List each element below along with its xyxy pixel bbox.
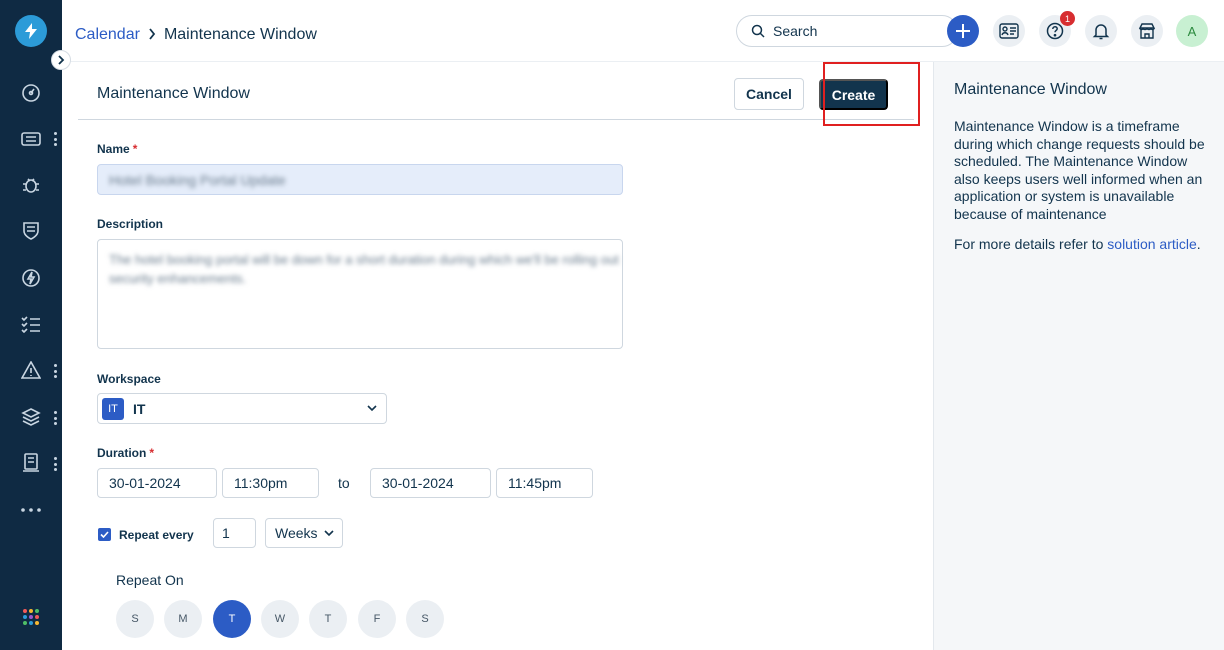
sidebar-collapse-toggle[interactable] <box>51 50 71 70</box>
checkmark-icon <box>100 531 109 538</box>
add-new-button[interactable] <box>947 15 979 47</box>
left-nav <box>0 0 62 650</box>
end-time-input[interactable]: 11:45pm <box>496 468 593 498</box>
day-toggle-wednesday[interactable]: W <box>261 600 299 638</box>
day-toggle-sunday[interactable]: S <box>116 600 154 638</box>
dashboard-icon[interactable] <box>19 81 43 105</box>
day-toggle-friday[interactable]: F <box>358 600 396 638</box>
name-label: Name * <box>97 142 138 156</box>
help-button[interactable]: 1 <box>1039 11 1075 47</box>
reports-more-icon[interactable] <box>50 457 60 471</box>
user-avatar[interactable]: A <box>1176 15 1208 47</box>
solution-article-link[interactable]: solution article <box>1107 236 1197 252</box>
breadcrumb: Calendar Maintenance Window <box>75 26 317 44</box>
notifications-button[interactable] <box>1085 15 1117 47</box>
assets-layers-icon[interactable] <box>19 405 43 429</box>
more-horizontal-icon[interactable] <box>19 498 43 522</box>
day-toggle-thursday[interactable]: T <box>309 600 347 638</box>
info-side-panel: Maintenance Window Maintenance Window is… <box>933 62 1224 650</box>
alerts-warning-icon[interactable] <box>19 358 43 382</box>
side-panel-title: Maintenance Window <box>954 81 1107 98</box>
side-panel-description: Maintenance Window is a timeframe during… <box>954 118 1205 222</box>
chevron-down-icon <box>367 405 377 412</box>
workspace-select[interactable]: IT IT <box>97 393 387 424</box>
chevron-down-icon <box>324 530 334 537</box>
contact-card-icon <box>999 23 1019 39</box>
tickets-icon[interactable] <box>19 127 43 151</box>
breadcrumb-current: Maintenance Window <box>163 26 317 43</box>
repeat-unit-select[interactable]: Weeks <box>265 518 343 548</box>
breadcrumb-chevron-icon <box>148 27 156 43</box>
problems-bug-icon[interactable] <box>19 173 43 197</box>
end-date-input[interactable]: 30-01-2024 <box>370 468 491 498</box>
search-input[interactable]: Search <box>736 15 958 47</box>
alerts-more-icon[interactable] <box>50 364 60 378</box>
repeat-every-label: Repeat every <box>119 528 194 542</box>
start-time-input[interactable]: 11:30pm <box>222 468 319 498</box>
chevron-right-icon <box>58 55 65 65</box>
app-logo-icon[interactable] <box>15 15 47 47</box>
name-field[interactable]: Hotel Booking Portal Update <box>97 164 623 195</box>
day-toggle-tuesday[interactable]: T <box>213 600 251 638</box>
description-label: Description <box>97 217 164 231</box>
bell-icon <box>1092 24 1110 40</box>
help-question-icon <box>1046 22 1064 40</box>
marketplace-button[interactable] <box>1131 15 1163 47</box>
search-placeholder: Search <box>773 23 818 39</box>
workspace-badge: IT <box>102 397 124 420</box>
plus-icon <box>956 24 970 38</box>
repeat-unit-value: Weeks <box>275 525 318 541</box>
side-panel-more-details: For more details refer to solution artic… <box>954 236 1201 252</box>
top-header: Calendar Maintenance Window Search 1 A <box>62 0 1224 62</box>
releases-bolt-icon[interactable] <box>19 266 43 290</box>
breadcrumb-calendar-link[interactable]: Calendar <box>75 26 140 44</box>
name-value: Hotel Booking Portal Update <box>109 171 286 188</box>
tasks-list-icon[interactable] <box>19 312 43 336</box>
reports-icon[interactable] <box>19 451 43 475</box>
workspace-value: IT <box>133 400 146 417</box>
search-icon <box>751 24 765 38</box>
app-switcher-grid-icon[interactable] <box>19 605 43 629</box>
tickets-more-icon[interactable] <box>50 132 60 146</box>
to-label: to <box>338 475 350 491</box>
repeat-checkbox[interactable] <box>98 528 111 541</box>
description-field[interactable]: The hotel booking portal will be down fo… <box>97 239 623 349</box>
create-button-highlight <box>823 62 920 126</box>
cancel-button[interactable]: Cancel <box>734 78 804 110</box>
repeat-on-label: Repeat On <box>116 572 184 588</box>
duration-label: Duration * <box>97 446 155 460</box>
assets-more-icon[interactable] <box>50 411 60 425</box>
store-icon <box>1138 23 1156 39</box>
contact-card-button[interactable] <box>993 15 1025 47</box>
form-header: Maintenance Window Cancel Create <box>78 62 920 126</box>
main-form-area: Maintenance Window Cancel Create Name * H… <box>62 62 933 650</box>
start-date-input[interactable]: 30-01-2024 <box>97 468 217 498</box>
workspace-label: Workspace <box>97 372 161 386</box>
day-toggle-saturday[interactable]: S <box>406 600 444 638</box>
day-toggle-monday[interactable]: M <box>164 600 202 638</box>
description-value: The hotel booking portal will be down fo… <box>109 252 619 286</box>
changes-shield-icon[interactable] <box>19 219 43 243</box>
form-title: Maintenance Window <box>97 85 250 102</box>
notification-count-badge: 1 <box>1060 11 1075 26</box>
repeat-count-input[interactable]: 1 <box>213 518 256 548</box>
